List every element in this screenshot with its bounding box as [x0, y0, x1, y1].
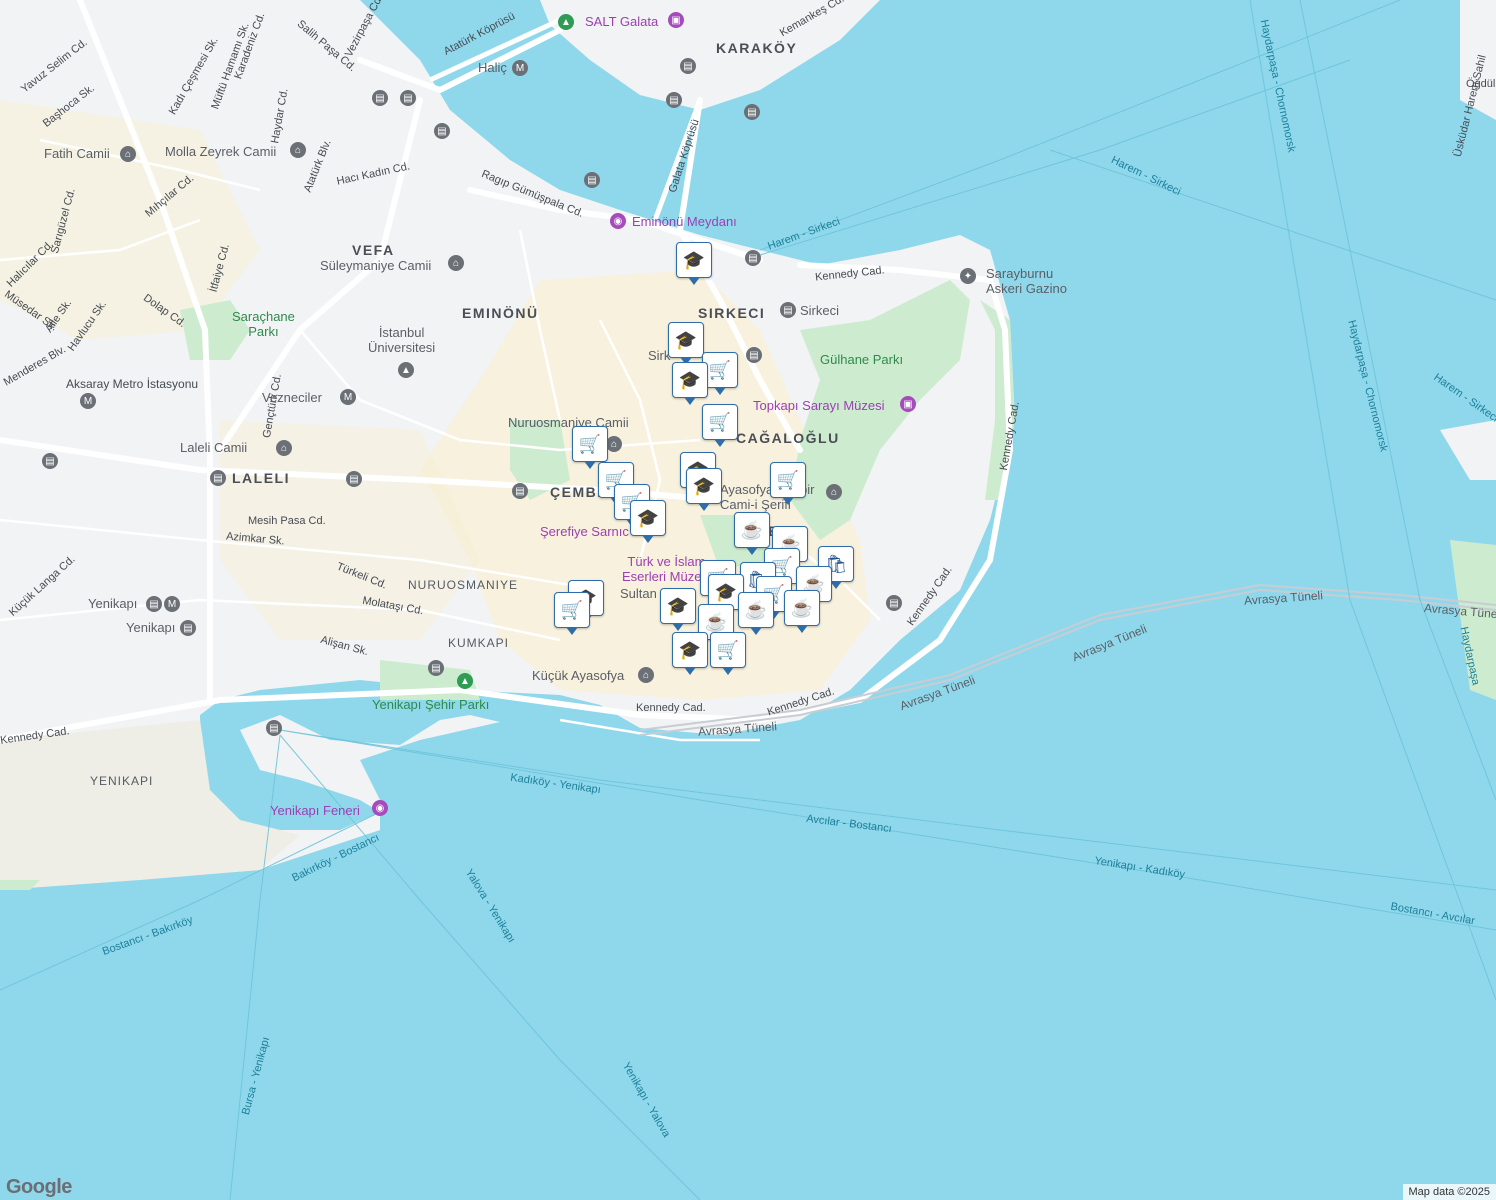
mosque-icon: ⌂ [120, 146, 136, 162]
graduation-cap-icon: 🎓 [678, 639, 702, 660]
mosque-icon: ⌂ [290, 142, 306, 158]
train-icon: ▤ [180, 620, 196, 636]
shop-marker[interactable]: 🛒 [554, 592, 590, 635]
shopping-cart-icon: 🛒 [560, 599, 584, 620]
graduation-cap-icon: 🎓 [682, 249, 706, 270]
restaurant-icon: ✦ [960, 268, 976, 284]
coffee-cup-icon: ☕ [790, 597, 814, 618]
school-marker[interactable]: 🎓 [676, 242, 712, 285]
ferry-icon: ▤ [666, 92, 682, 108]
park-icon[interactable]: ▲ [558, 14, 574, 30]
tram-icon: ▤ [428, 660, 444, 676]
school-marker[interactable]: 🎓 [686, 468, 722, 511]
school-marker[interactable]: 🎓 [672, 632, 708, 675]
museum-icon: ▣ [900, 396, 916, 412]
shopping-cart-icon: 🛒 [716, 639, 740, 660]
cafe-marker[interactable]: ☕ [784, 590, 820, 633]
shopping-cart-icon: 🛒 [708, 359, 732, 380]
bus-icon: ▤ [400, 90, 416, 106]
metro-icon: M [80, 393, 96, 409]
shop-marker[interactable]: 🛒 [702, 404, 738, 447]
shop-marker[interactable]: 🛒 [770, 462, 806, 505]
ferry-icon: ▤ [584, 172, 600, 188]
train-icon: ▤ [780, 302, 796, 318]
coffee-cup-icon: ☕ [704, 611, 728, 632]
ferry-icon: ▤ [745, 250, 761, 266]
school-marker[interactable]: 🎓 [660, 588, 696, 631]
bus-icon: ▤ [680, 58, 696, 74]
shop-marker[interactable]: 🛒 [710, 632, 746, 675]
graduation-cap-icon: 🎓 [636, 507, 660, 528]
shop-marker[interactable]: 🛒 [572, 426, 608, 469]
park-icon: ▲ [457, 673, 473, 689]
cafe-marker[interactable]: ☕ [738, 592, 774, 635]
mosque-icon: ⌂ [448, 255, 464, 271]
graduation-cap-icon: 🎓 [692, 475, 716, 496]
university-icon: ▲ [398, 362, 414, 378]
train-icon: ▤ [146, 596, 162, 612]
train-icon: ▤ [746, 347, 762, 363]
cafe-marker[interactable]: ☕ [734, 512, 770, 555]
school-marker[interactable]: 🎓 [668, 322, 704, 365]
bus-icon: ▤ [372, 90, 388, 106]
mosque-icon: ⌂ [826, 484, 842, 500]
tram-icon: ▤ [886, 595, 902, 611]
mosque-icon: ⌂ [606, 436, 622, 452]
camera-icon: ◉ [372, 800, 388, 816]
museum-icon: ▣ [668, 12, 684, 28]
metro-icon: M [164, 596, 180, 612]
graduation-cap-icon: 🎓 [678, 369, 702, 390]
ferry-icon: ▤ [744, 104, 760, 120]
mosque-icon: ⌂ [638, 667, 654, 683]
google-logo: Google [6, 1176, 72, 1198]
map-canvas[interactable]: KARAKÖY SIRKECI EMINÖNÜ VEFA LALELI CAĞA… [0, 0, 1496, 1200]
tram-icon: ▤ [42, 453, 58, 469]
tram-icon: ▤ [210, 470, 226, 486]
graduation-cap-icon: 🎓 [674, 329, 698, 350]
metro-icon: M [512, 60, 528, 76]
mosque-icon: ⌂ [276, 440, 292, 456]
coffee-cup-icon: ☕ [744, 599, 768, 620]
graduation-cap-icon: 🎓 [666, 595, 690, 616]
shopping-cart-icon: 🛒 [776, 469, 800, 490]
shopping-cart-icon: 🛒 [708, 411, 732, 432]
school-marker[interactable]: 🎓 [630, 500, 666, 543]
graduation-cap-icon: 🎓 [714, 581, 738, 602]
tram-icon: ▤ [346, 471, 362, 487]
tram-icon: ▤ [512, 483, 528, 499]
coffee-cup-icon: ☕ [740, 519, 764, 540]
map-attribution[interactable]: Map data ©2025 [1402, 1184, 1496, 1200]
camera-icon: ◉ [610, 213, 626, 229]
shopping-cart-icon: 🛒 [578, 433, 602, 454]
school-marker[interactable]: 🎓 [672, 362, 708, 405]
bus-icon: ▤ [434, 123, 450, 139]
ferry-icon: ▤ [266, 720, 282, 736]
metro-icon: M [340, 389, 356, 405]
